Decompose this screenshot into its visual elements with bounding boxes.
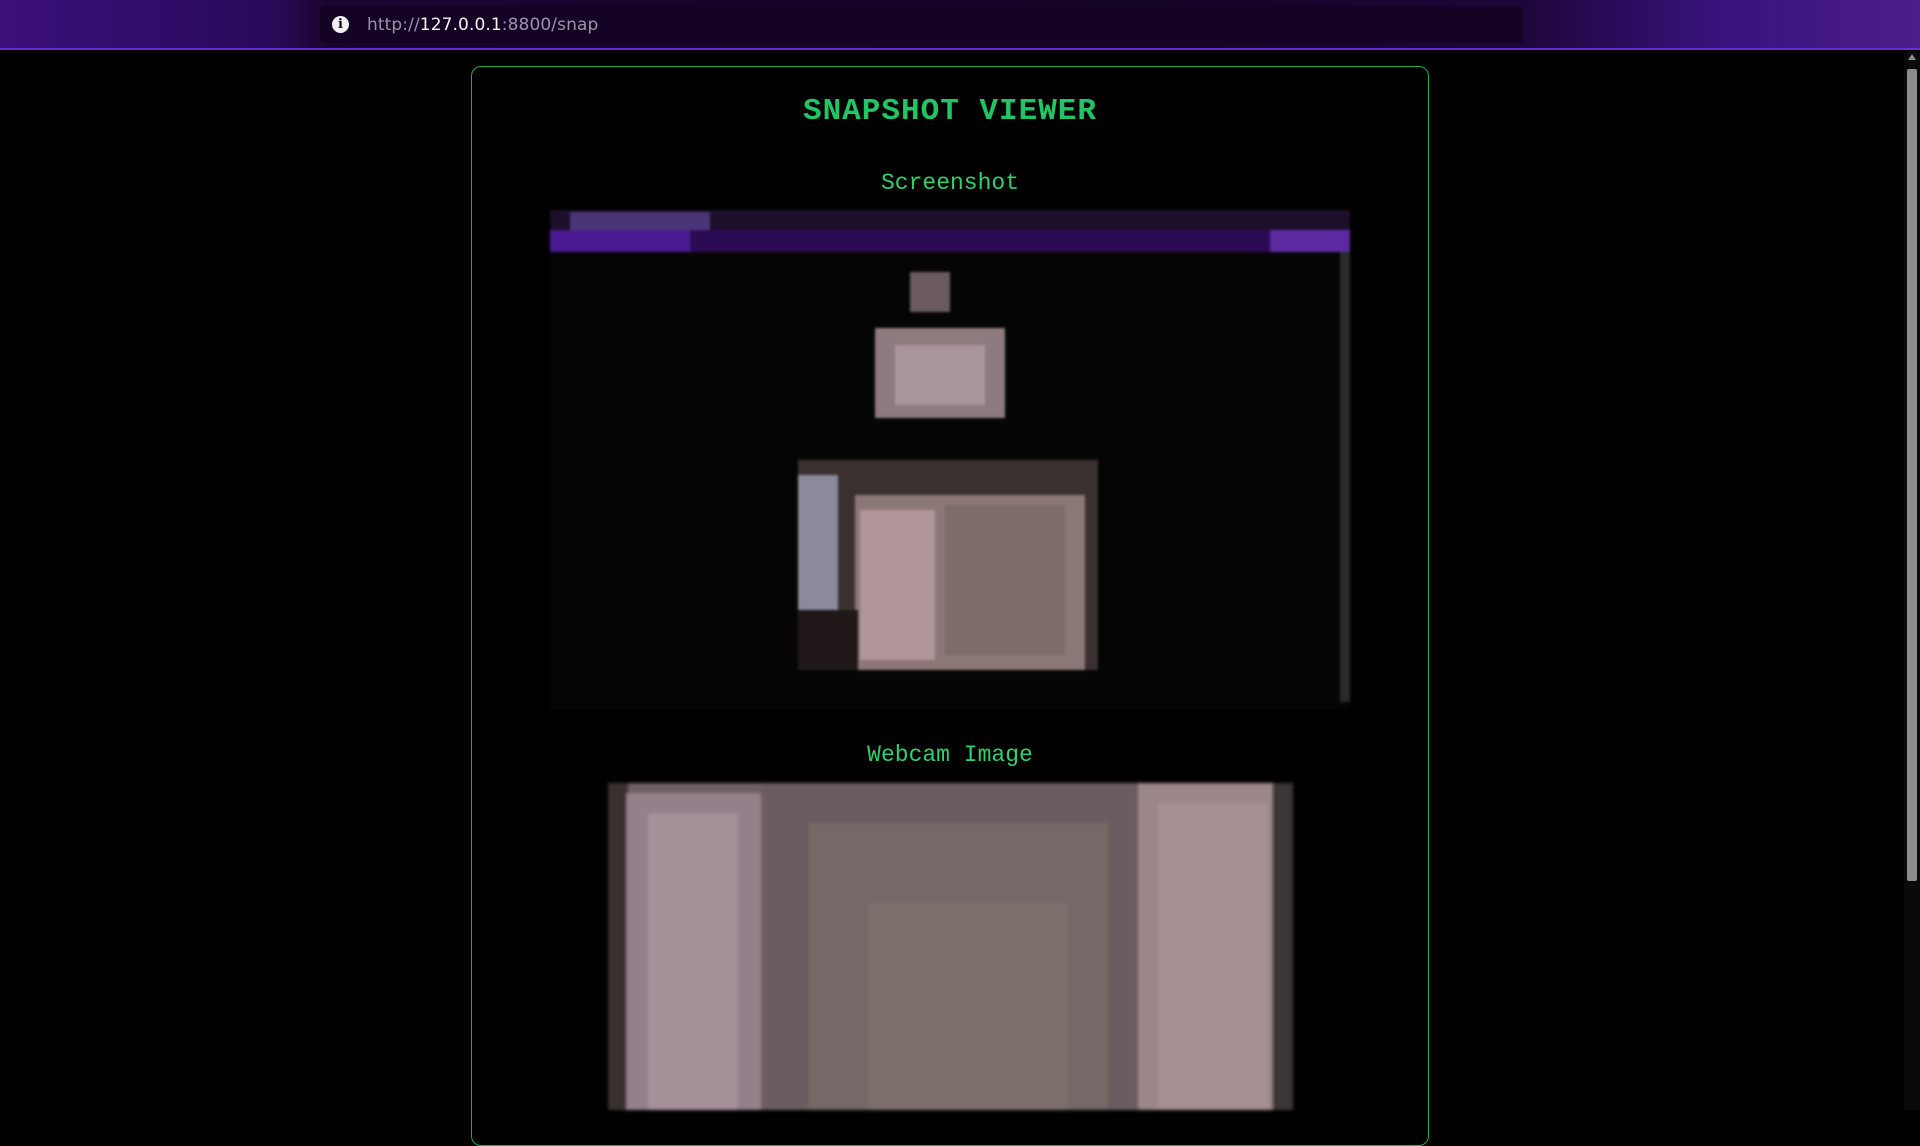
page-title: SNAPSHOT VIEWER [802, 94, 1098, 129]
webcam-image[interactable] [608, 783, 1293, 1110]
url-text[interactable]: http://127.0.0.1:8800/snap [367, 15, 598, 35]
scroll-up-arrow-icon[interactable] [1908, 54, 1916, 60]
screenshot-image[interactable] [550, 210, 1350, 710]
url-scheme: http:// [367, 14, 420, 35]
browser-toolbar: i http://127.0.0.1:8800/snap [0, 0, 1920, 50]
address-bar[interactable]: i http://127.0.0.1:8800/snap [320, 6, 1523, 43]
webcam-heading: Webcam Image [867, 742, 1033, 768]
info-icon[interactable]: i [332, 16, 349, 33]
page-scrollbar[interactable] [1904, 52, 1920, 1110]
screenshot-heading: Screenshot [880, 170, 1020, 196]
scroll-thumb[interactable] [1907, 69, 1917, 881]
url-path: :8800/snap [501, 14, 599, 35]
url-host: 127.0.0.1 [419, 14, 502, 35]
